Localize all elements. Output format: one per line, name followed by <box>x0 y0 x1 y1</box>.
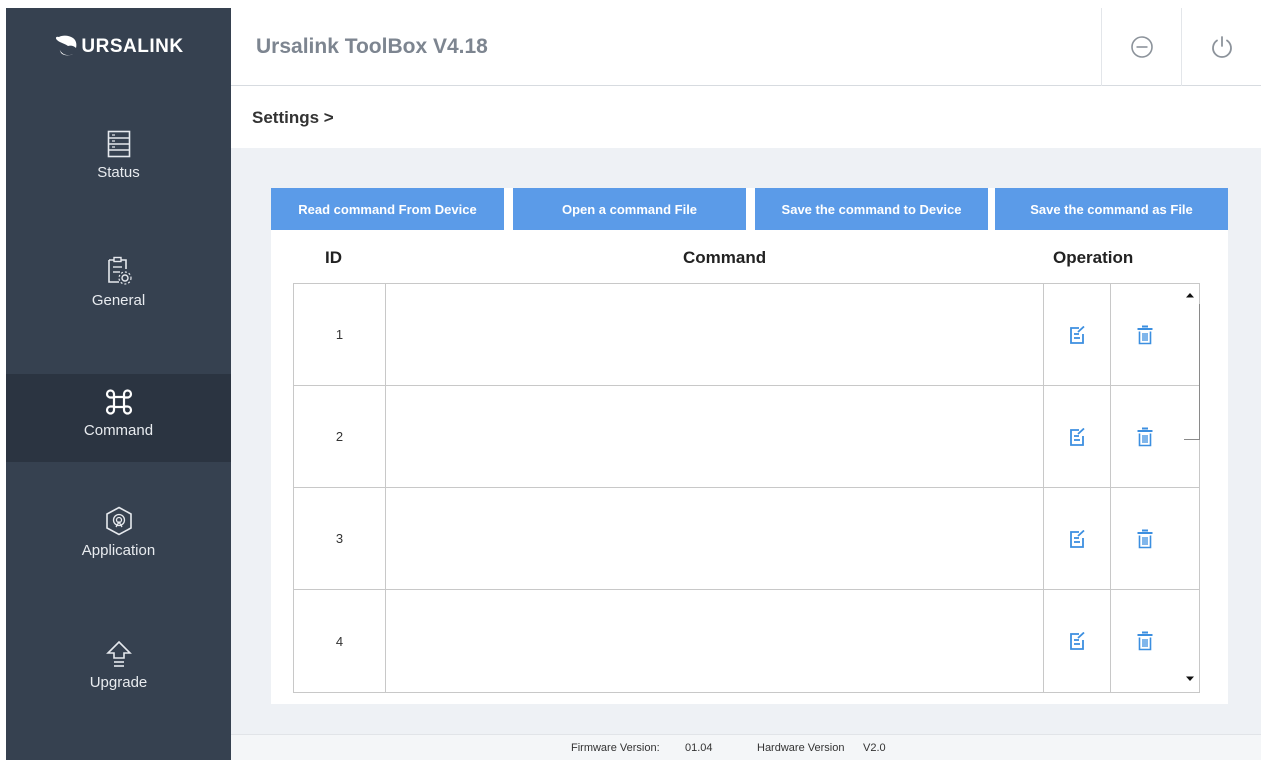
row-id: 4 <box>294 590 386 692</box>
firmware-value: 01.04 <box>685 742 713 754</box>
sidebar-item-upgrade[interactable]: Upgrade <box>6 640 231 728</box>
app-title: Ursalink ToolBox V4.18 <box>256 35 488 58</box>
column-header-operation: Operation <box>1053 248 1134 267</box>
logo-text: URSALINK <box>81 36 184 57</box>
row-command[interactable] <box>386 386 1044 487</box>
arrow-up-icon <box>1186 293 1194 298</box>
trash-icon <box>1137 427 1152 446</box>
edit-button[interactable] <box>1044 284 1111 385</box>
edit-button[interactable] <box>1044 386 1111 487</box>
power-icon <box>1211 36 1232 58</box>
sidebar-item-label: Upgrade <box>89 674 148 691</box>
save-command-device-button[interactable]: Save the command to Device <box>755 188 988 230</box>
hardware-value: V2.0 <box>863 742 886 754</box>
scroll-down-button[interactable] <box>1182 672 1198 686</box>
open-command-file-button[interactable]: Open a command File <box>513 188 746 230</box>
sidebar-item-general[interactable]: General <box>6 256 231 344</box>
upgrade-arrow-icon <box>105 640 132 667</box>
table-row: 3 <box>294 488 1199 590</box>
delete-button[interactable] <box>1111 386 1178 487</box>
sidebar-item-label: Application <box>81 542 156 559</box>
edit-icon <box>1070 325 1085 344</box>
scroll-up-button[interactable] <box>1182 288 1198 302</box>
table-row: 4 <box>294 590 1199 692</box>
scrollbar-thumb[interactable] <box>1184 304 1200 440</box>
minus-circle-icon <box>1130 36 1153 58</box>
save-command-file-button[interactable]: Save the command as File <box>995 188 1228 230</box>
hardware-label: Hardware Version <box>757 742 845 754</box>
row-command[interactable] <box>386 488 1044 589</box>
sidebar-item-application[interactable]: Application <box>6 506 231 594</box>
delete-button[interactable] <box>1111 488 1178 589</box>
application-hex-icon <box>105 506 132 536</box>
minimize-button[interactable] <box>1101 8 1181 86</box>
table-row: 2 <box>294 386 1199 488</box>
row-id: 3 <box>294 488 386 589</box>
power-button[interactable] <box>1181 8 1261 86</box>
general-settings-icon <box>107 256 132 285</box>
table-row: 1 <box>294 284 1199 386</box>
edit-icon <box>1070 529 1085 548</box>
command-table: 1 2 3 4 <box>293 283 1200 693</box>
footer: Firmware Version: 01.04 Hardware Version… <box>231 734 1261 760</box>
read-command-button[interactable]: Read command From Device <box>271 188 504 230</box>
edit-icon <box>1070 632 1085 650</box>
sidebar-item-status[interactable]: Status <box>6 130 231 218</box>
sidebar-item-command[interactable]: Command <box>6 374 231 462</box>
column-header-id: ID <box>325 248 342 267</box>
sidebar-item-label: Command <box>83 422 154 439</box>
trash-icon <box>1137 631 1152 651</box>
column-header-command: Command <box>683 248 767 267</box>
edit-button[interactable] <box>1044 488 1111 589</box>
trash-icon <box>1137 529 1152 548</box>
delete-button[interactable] <box>1111 590 1178 692</box>
edit-button[interactable] <box>1044 590 1111 692</box>
arrow-down-icon <box>1186 676 1194 681</box>
delete-button[interactable] <box>1111 284 1178 385</box>
bear-logo-icon <box>56 35 77 56</box>
row-id: 1 <box>294 284 386 385</box>
sidebar-item-label: Status <box>97 164 140 181</box>
row-command[interactable] <box>386 284 1044 385</box>
sidebar-item-label: General <box>91 292 146 309</box>
edit-icon <box>1070 427 1085 446</box>
trash-icon <box>1137 325 1152 344</box>
firmware-label: Firmware Version: <box>571 742 660 754</box>
command-panel: Read command From Device Open a command … <box>271 188 1228 704</box>
content-area: Read command From Device Open a command … <box>231 148 1261 734</box>
row-command[interactable] <box>386 590 1044 692</box>
row-id: 2 <box>294 386 386 487</box>
logo: URSALINK <box>6 8 231 86</box>
header: Ursalink ToolBox V4.18 <box>231 8 1261 86</box>
command-key-icon <box>105 389 132 415</box>
status-list-icon <box>107 130 130 158</box>
breadcrumb: Settings > <box>252 108 334 127</box>
sidebar: URSALINK Status General Command Applicat… <box>6 8 231 760</box>
